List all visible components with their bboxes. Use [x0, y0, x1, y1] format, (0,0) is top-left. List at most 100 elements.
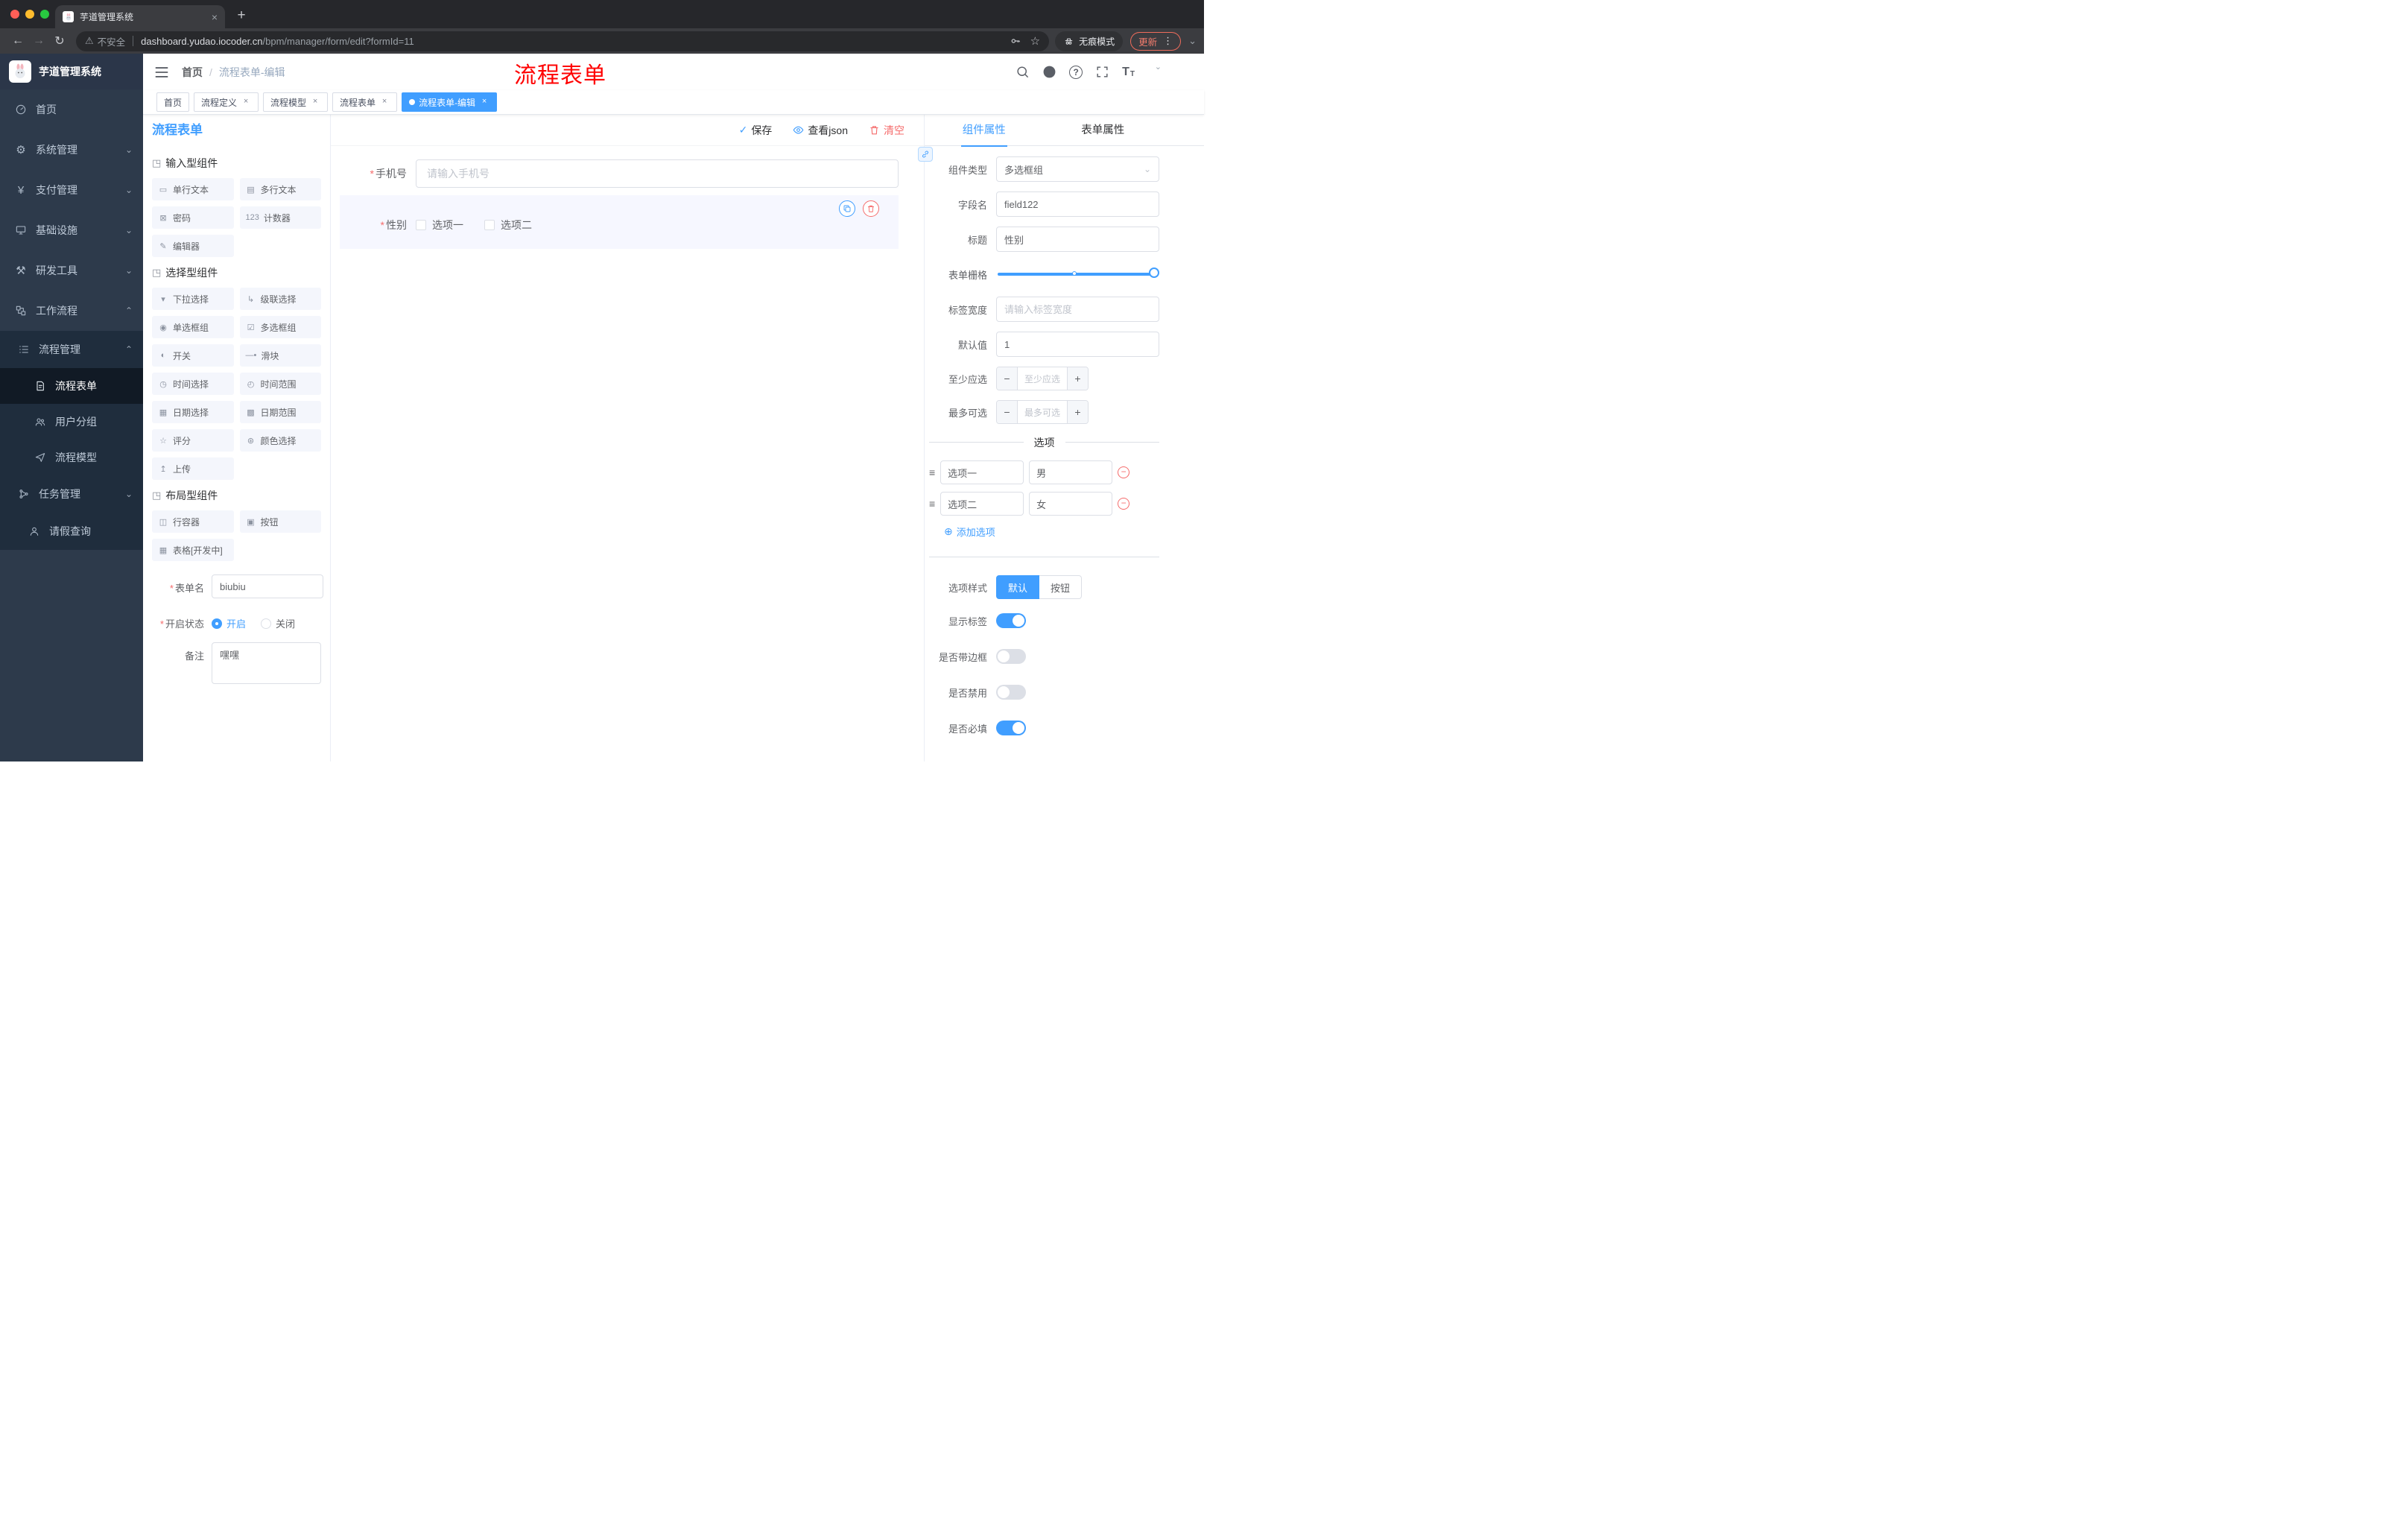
- sidebar-item-system[interactable]: ⚙ 系统管理 ⌄: [0, 130, 143, 170]
- chevron-down-icon[interactable]: ⌄: [1188, 35, 1197, 47]
- component-item[interactable]: —• 滑块: [239, 344, 321, 367]
- stepper-value[interactable]: 至少应选: [1018, 367, 1067, 390]
- toggle-switch[interactable]: [996, 685, 1026, 700]
- phone-input[interactable]: [416, 159, 899, 188]
- label-width-input[interactable]: [996, 297, 1159, 322]
- remove-option-button[interactable]: −: [1118, 498, 1130, 510]
- status-on-radio[interactable]: 开启: [212, 616, 246, 630]
- search-icon[interactable]: [1016, 65, 1030, 79]
- sidebar-item-process-management[interactable]: 流程管理 ⌃: [0, 331, 143, 368]
- minimize-window-button[interactable]: [25, 10, 34, 19]
- drag-handle-icon[interactable]: ≡: [929, 498, 935, 510]
- component-item[interactable]: ◫ 行容器: [152, 510, 234, 533]
- max-select-stepper[interactable]: − 最多可选 +: [996, 400, 1089, 424]
- sidebar-item-payment[interactable]: ¥ 支付管理 ⌄: [0, 170, 143, 210]
- tab-component-props[interactable]: 组件属性: [925, 115, 1044, 147]
- remove-option-button[interactable]: −: [1118, 466, 1130, 478]
- tag-process-form[interactable]: 流程表单 ×: [332, 92, 398, 112]
- component-item[interactable]: ▣ 按钮: [239, 510, 321, 533]
- back-button[interactable]: ←: [7, 31, 28, 51]
- copy-field-button[interactable]: [839, 200, 855, 217]
- tag-process-form-edit[interactable]: 流程表单-编辑 ×: [402, 92, 498, 112]
- field-name-input[interactable]: [996, 191, 1159, 217]
- phone-field[interactable]: * 手机号: [340, 159, 899, 188]
- close-tag-icon[interactable]: ×: [241, 97, 251, 107]
- toggle-switch[interactable]: [996, 721, 1026, 735]
- drag-handle-icon[interactable]: ≡: [929, 466, 935, 478]
- clear-button[interactable]: 清空: [869, 123, 904, 138]
- option-name-input[interactable]: [940, 492, 1024, 516]
- component-item[interactable]: ☆ 评分: [152, 429, 234, 452]
- form-name-input[interactable]: [212, 574, 323, 598]
- fullscreen-icon[interactable]: [1095, 65, 1109, 79]
- checkbox-option2[interactable]: 选项二: [484, 218, 532, 232]
- component-item[interactable]: ↥ 上传: [152, 457, 234, 480]
- component-item[interactable]: ▤ 多行文本: [239, 178, 321, 200]
- view-json-button[interactable]: 查看json: [793, 123, 848, 138]
- sidebar-item-home[interactable]: 首页: [0, 89, 143, 130]
- component-item[interactable]: ▭ 单行文本: [152, 178, 234, 200]
- grid-slider[interactable]: [998, 267, 1159, 278]
- component-item[interactable]: ◴ 时间范围: [239, 373, 321, 395]
- zoom-window-button[interactable]: [40, 10, 49, 19]
- sidebar-item-infrastructure[interactable]: 基础设施 ⌄: [0, 210, 143, 250]
- security-status[interactable]: ⚠ 不安全: [85, 34, 125, 48]
- link-icon[interactable]: [918, 147, 933, 162]
- toggle-switch[interactable]: [996, 649, 1026, 664]
- minus-button[interactable]: −: [997, 401, 1018, 423]
- tag-home[interactable]: 首页: [156, 92, 190, 112]
- option-name-input[interactable]: [940, 460, 1024, 484]
- title-input[interactable]: [996, 227, 1159, 252]
- component-item[interactable]: ▩ 日期范围: [239, 401, 321, 423]
- update-button[interactable]: 更新 ⋮: [1130, 31, 1182, 51]
- sidebar-item-user-group[interactable]: 用户分组: [0, 404, 143, 440]
- style-default-button[interactable]: 默认: [996, 575, 1040, 599]
- reload-button[interactable]: ↻: [49, 31, 70, 51]
- component-item[interactable]: 123 计数器: [239, 206, 321, 229]
- checkbox-option1[interactable]: 选项一: [416, 218, 463, 232]
- style-button-button[interactable]: 按钮: [1039, 575, 1083, 599]
- save-button[interactable]: ✓ 保存: [739, 123, 773, 138]
- delete-field-button[interactable]: [863, 200, 879, 217]
- github-icon[interactable]: [1042, 65, 1056, 79]
- component-item[interactable]: ◐ 开关: [152, 344, 234, 367]
- default-value-input[interactable]: [996, 332, 1159, 357]
- key-icon[interactable]: [1010, 35, 1021, 47]
- form-remark-input[interactable]: 嘿嘿: [212, 642, 321, 684]
- component-item[interactable]: ⊠ 密码: [152, 206, 234, 229]
- close-tag-icon[interactable]: ×: [479, 97, 489, 107]
- sidebar-item-task-management[interactable]: 任务管理 ⌄: [0, 475, 143, 513]
- component-item[interactable]: ▦ 日期选择: [152, 401, 234, 423]
- tab-form-props[interactable]: 表单属性: [1044, 115, 1163, 145]
- option-value-input[interactable]: [1029, 460, 1113, 484]
- bookmark-star-icon[interactable]: ☆: [1030, 34, 1040, 48]
- sidebar-item-devtools[interactable]: ⚒ 研发工具 ⌄: [0, 250, 143, 291]
- minus-button[interactable]: −: [997, 367, 1018, 390]
- component-item[interactable]: ◷ 时间选择: [152, 373, 234, 395]
- component-item[interactable]: ▾ 下拉选择: [152, 288, 234, 310]
- sidebar-item-leave-query[interactable]: 请假查询: [0, 513, 143, 550]
- form-canvas[interactable]: * 手机号 请输入手机号 * 性别 选项一 选项二: [331, 146, 924, 762]
- status-off-radio[interactable]: 关闭: [261, 616, 295, 630]
- forward-button[interactable]: →: [28, 31, 49, 51]
- tag-process-definition[interactable]: 流程定义 ×: [194, 92, 259, 112]
- component-item[interactable]: ⊛ 颜色选择: [239, 429, 321, 452]
- sidebar-item-process-form[interactable]: 流程表单: [0, 368, 143, 404]
- hamburger-icon[interactable]: [153, 64, 170, 80]
- close-window-button[interactable]: [10, 10, 19, 19]
- stepper-value[interactable]: 最多可选: [1018, 401, 1067, 423]
- component-item[interactable]: ▦ 表格[开发中]: [152, 539, 234, 561]
- sidebar-item-process-model[interactable]: 流程模型: [0, 440, 143, 475]
- min-select-stepper[interactable]: − 至少应选 +: [996, 367, 1089, 390]
- sidebar-item-workflow[interactable]: 工作流程 ⌃: [0, 291, 143, 331]
- close-tab-icon[interactable]: ×: [212, 11, 218, 23]
- breadcrumb-home[interactable]: 首页: [182, 65, 203, 80]
- plus-button[interactable]: +: [1067, 401, 1088, 423]
- toggle-switch[interactable]: [996, 613, 1026, 628]
- browser-menu-icon[interactable]: ⋮: [1163, 35, 1173, 47]
- option-value-input[interactable]: [1029, 492, 1113, 516]
- component-type-select[interactable]: 多选框组 ⌄: [996, 156, 1159, 182]
- component-item[interactable]: ↳ 级联选择: [239, 288, 321, 310]
- plus-button[interactable]: +: [1067, 367, 1088, 390]
- slider-handle[interactable]: [1149, 267, 1159, 278]
